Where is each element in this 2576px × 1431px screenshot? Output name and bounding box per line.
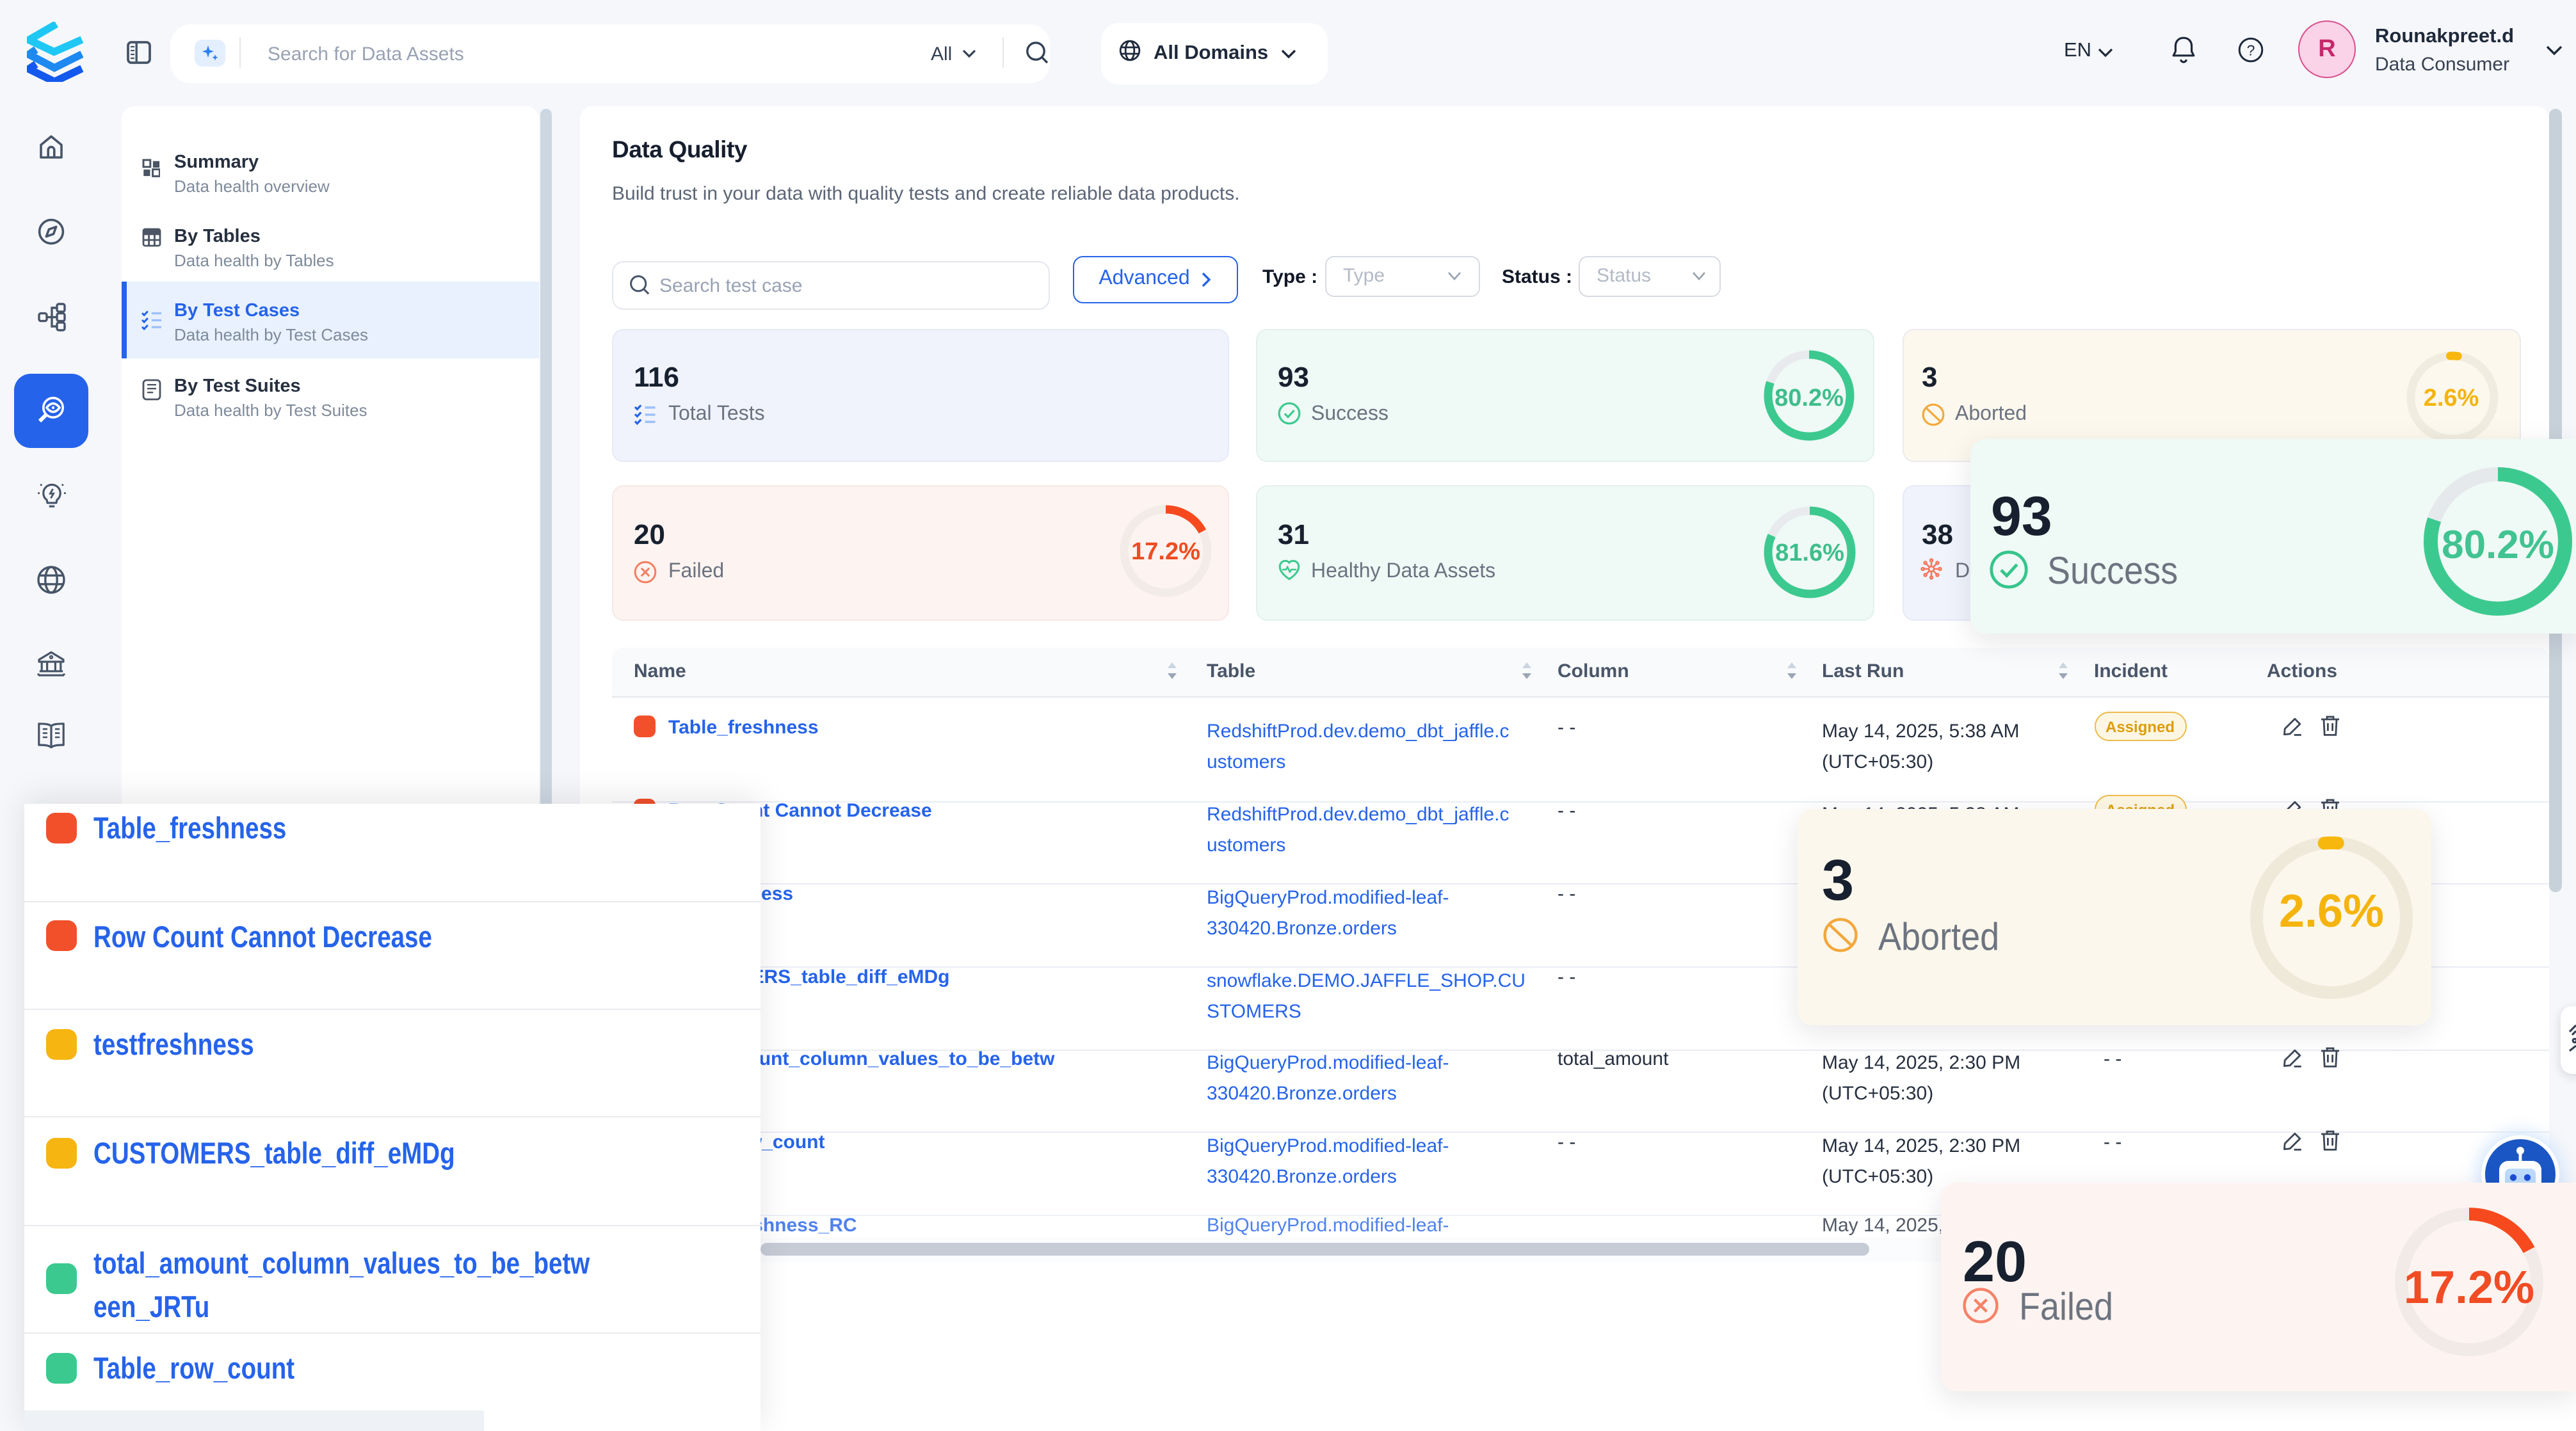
svg-text:?: ? (2247, 42, 2255, 58)
